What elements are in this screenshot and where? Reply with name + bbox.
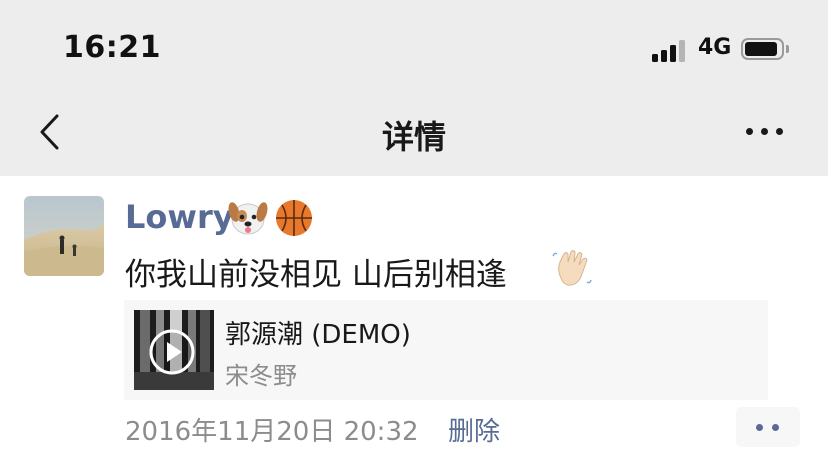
battery-icon [741,38,789,62]
comment-like-button[interactable] [736,407,800,447]
song-title: 郭源潮 (DEMO) [225,320,411,350]
avatar-image [24,196,104,276]
delete-button[interactable]: 删除 [448,411,500,448]
post-text: 你我山前没相见 山后别相逢 [125,257,507,293]
status-time: 16:21 [63,30,161,65]
more-options-button[interactable] [740,118,790,146]
page-title: 详情 [381,118,446,156]
network-type: 4G [698,35,732,60]
song-artist: 宋冬野 [225,362,297,390]
play-icon[interactable] [148,328,196,376]
album-cover [134,310,214,390]
basketball-icon [276,200,312,236]
signal-strength-icon [652,40,688,62]
author-name[interactable]: Lowry [125,198,234,236]
waving-hand-icon [552,250,592,286]
music-card[interactable]: 郭源潮 (DEMO) 宋冬野 [124,300,768,400]
dog-face-icon [228,202,268,235]
avatar[interactable] [24,196,104,276]
top-bar: 16:21 4G 详情 [0,0,828,176]
post-timestamp: 2016年11月20日 20:32 [125,417,419,447]
